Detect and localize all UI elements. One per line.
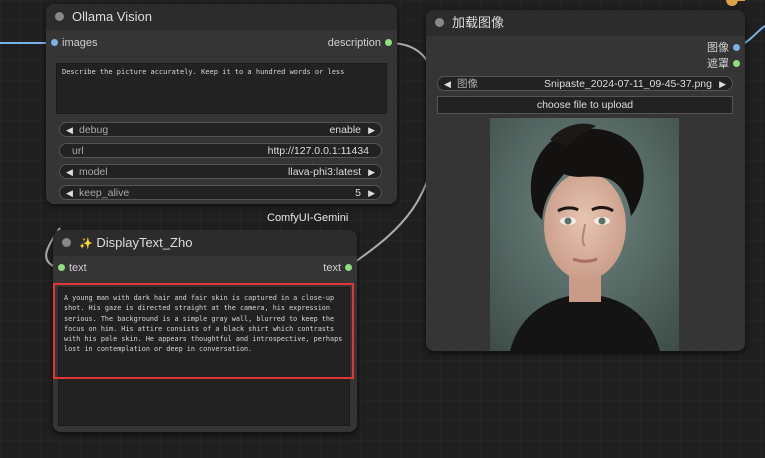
decrement-arrow-icon[interactable]: ◀	[66, 165, 73, 180]
widget-label: keep_alive	[79, 187, 130, 199]
node-title: 加载图像	[452, 15, 505, 30]
output-connector-dot-icon[interactable]	[385, 39, 392, 46]
widget-value: Snipaste_2024-07-11_09-45-37.png	[544, 78, 712, 90]
collapse-dot-icon[interactable]	[435, 18, 444, 27]
slot-label: text	[69, 262, 87, 274]
output-slot-image[interactable]: 图像	[685, 41, 745, 55]
decrement-arrow-icon[interactable]: ◀	[66, 186, 73, 201]
group-label-comfyui-gemini: ComfyUI-Gemini	[267, 212, 349, 224]
choose-file-button[interactable]: choose file to upload	[437, 96, 733, 114]
output-slot-text[interactable]: text	[297, 261, 357, 275]
slot-label: text	[323, 262, 341, 274]
output-slot-mask[interactable]: 遮罩	[685, 57, 745, 71]
widget-label: debug	[79, 124, 109, 136]
slot-label: 图像	[707, 42, 729, 54]
output-connector-dot-icon[interactable]	[733, 44, 740, 51]
collapse-dot-icon[interactable]	[62, 238, 71, 247]
node-title-bar[interactable]: Ollama Vision	[46, 4, 397, 30]
prompt-textarea[interactable]: Describe the picture accurately. Keep it…	[56, 63, 387, 114]
image-preview	[490, 118, 679, 351]
increment-arrow-icon[interactable]: ▶	[368, 186, 375, 201]
widget-label: 图像	[457, 78, 478, 90]
debug-combo[interactable]: ◀ debug enable ▶	[59, 122, 382, 137]
load-image-node[interactable]: 加载图像 图像 遮罩 ◀ 图像 Snipaste_2024-07-11_09-4…	[426, 10, 745, 351]
widget-value: llava-phi3:latest	[288, 166, 361, 178]
slot-label: 遮罩	[707, 58, 729, 70]
keep-alive-number[interactable]: ◀ keep_alive 5 ▶	[59, 185, 382, 200]
collapse-dot-icon[interactable]	[55, 12, 64, 21]
node-title-bar[interactable]: ✨ DisplayText_Zho	[53, 230, 357, 256]
widget-value: http://127.0.0.1:11434	[267, 145, 369, 157]
output-slot-description[interactable]: description	[297, 36, 397, 50]
slot-label: description	[327, 37, 381, 49]
node-title-bar[interactable]: 加载图像	[426, 10, 745, 36]
increment-arrow-icon[interactable]: ▶	[719, 77, 726, 92]
decrement-arrow-icon[interactable]: ◀	[444, 77, 451, 92]
image-file-combo[interactable]: ◀ 图像 Snipaste_2024-07-11_09-45-37.png ▶	[437, 76, 733, 91]
highlight-box	[53, 283, 354, 379]
output-connector-dot-icon[interactable]	[345, 264, 352, 271]
increment-arrow-icon[interactable]: ▶	[368, 165, 375, 180]
url-text-widget[interactable]: url http://127.0.0.1:11434	[59, 143, 382, 158]
slot-label: images	[62, 37, 98, 49]
decrement-arrow-icon[interactable]: ◀	[66, 123, 73, 138]
ollama-vision-node[interactable]: Ollama Vision images description Describ…	[46, 4, 397, 204]
increment-arrow-icon[interactable]: ▶	[368, 123, 375, 138]
widget-label: url	[72, 145, 84, 157]
node-title: Ollama Vision	[72, 9, 152, 24]
widget-value: 5	[355, 187, 361, 199]
input-connector-dot-icon[interactable]	[58, 264, 65, 271]
node-title: DisplayText_Zho	[96, 235, 193, 250]
model-combo[interactable]: ◀ model llava-phi3:latest ▶	[59, 164, 382, 179]
input-connector-dot-icon[interactable]	[51, 39, 58, 46]
output-connector-dot-icon[interactable]	[733, 60, 740, 67]
widget-label: model	[79, 166, 108, 178]
widget-value: enable	[329, 124, 361, 136]
sparkles-icon: ✨	[79, 238, 93, 250]
